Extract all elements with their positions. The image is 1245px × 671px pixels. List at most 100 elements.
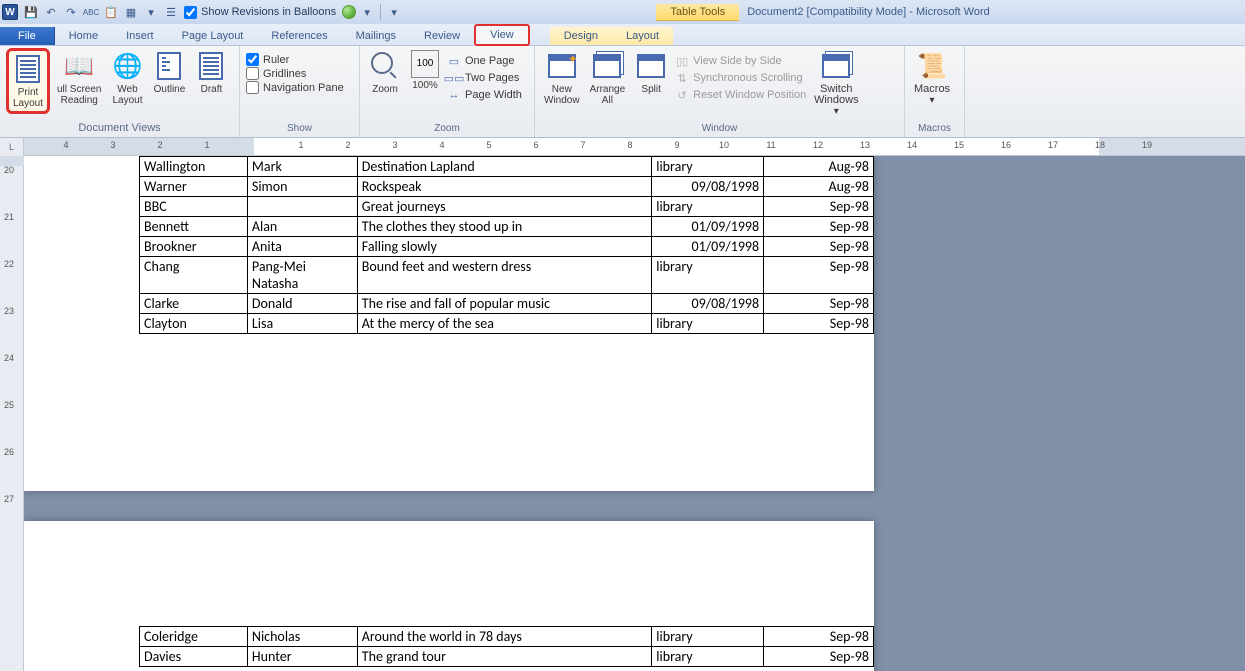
table-cell[interactable]: library [652,314,764,334]
table-cell[interactable]: library [652,197,764,217]
tab-review[interactable]: Review [410,27,474,45]
qat-undo-icon[interactable]: ↶ [42,3,60,21]
reset-window-button[interactable]: ↺Reset Window Position [674,87,806,103]
table-cell[interactable]: Pang-Mei Natasha [247,257,357,294]
table-cell[interactable]: Wallington [140,157,248,177]
new-window-button[interactable]: New Window [541,48,583,108]
table-cell[interactable]: library [652,257,764,294]
tab-layout[interactable]: Layout [612,27,673,45]
qat-status-orb-icon[interactable] [342,5,356,19]
table-cell[interactable]: Sep-98 [764,314,874,334]
table-cell[interactable]: library [652,627,764,647]
one-page-button[interactable]: ▭One Page [446,53,522,69]
table-row[interactable]: WallingtonMarkDestination Laplandlibrary… [140,157,874,177]
web-layout-button[interactable]: 🌐 Web Layout [108,48,146,108]
table-row[interactable]: BennettAlanThe clothes they stood up in0… [140,217,874,237]
document-area[interactable]: WallingtonMarkDestination Laplandlibrary… [24,156,1245,671]
table-cell[interactable]: Great journeys [357,197,651,217]
table-cell[interactable]: 09/08/1998 [652,294,764,314]
table-cell[interactable]: Sep-98 [764,294,874,314]
table-cell[interactable]: Sep-98 [764,647,874,667]
table-cell[interactable]: Bennett [140,217,248,237]
table-cell[interactable]: Sep-98 [764,257,874,294]
horizontal-ruler[interactable]: 5432112345678910111213141516171819 [24,138,1245,155]
table-row[interactable]: BBC Great journeyslibrarySep-98 [140,197,874,217]
tab-insert[interactable]: Insert [112,27,168,45]
page-width-button[interactable]: ↔Page Width [446,87,522,103]
qat-redo-icon[interactable]: ↷ [62,3,80,21]
draft-button[interactable]: Draft [192,48,230,97]
table-cell[interactable]: Simon [247,177,357,197]
table-cell[interactable]: library [652,647,764,667]
print-layout-button[interactable]: Print Layout [6,48,50,114]
table-cell[interactable]: Lisa [247,314,357,334]
table-cell[interactable]: Rockspeak [357,177,651,197]
qat-properties-icon[interactable]: 📋 [102,3,120,21]
table-cell[interactable] [247,197,357,217]
ruler-checkbox-row[interactable]: Ruler [246,53,353,66]
table-cell[interactable]: The clothes they stood up in [357,217,651,237]
table-cell[interactable]: Clayton [140,314,248,334]
qat-format-icon[interactable]: ▾ [142,3,160,21]
tab-references[interactable]: References [257,27,341,45]
table-cell[interactable]: At the mercy of the sea [357,314,651,334]
table-row[interactable]: ClarkeDonaldThe rise and fall of popular… [140,294,874,314]
two-pages-button[interactable]: ▭▭Two Pages [446,70,522,86]
qat-customize-icon[interactable]: ▾ [385,3,403,21]
table-cell[interactable]: Nicholas [247,627,357,647]
tab-mailings[interactable]: Mailings [342,27,410,45]
table-cell[interactable]: The grand tour [357,647,651,667]
table-cell[interactable]: 01/09/1998 [652,217,764,237]
ruler-checkbox[interactable] [246,53,259,66]
table-cell[interactable]: Sep-98 [764,237,874,257]
table-cell[interactable]: Warner [140,177,248,197]
tab-home[interactable]: Home [55,27,112,45]
table-cell[interactable]: Chang [140,257,248,294]
table-cell[interactable]: Aug-98 [764,177,874,197]
data-table-1[interactable]: WallingtonMarkDestination Laplandlibrary… [139,156,874,334]
ruler-corner-tab-selector[interactable]: L [0,138,24,156]
qat-save-icon[interactable]: 💾 [22,3,40,21]
tab-page-layout[interactable]: Page Layout [168,27,258,45]
table-cell[interactable]: Aug-98 [764,157,874,177]
switch-windows-button[interactable]: Switch Windows ▾ [810,48,862,119]
split-button[interactable]: Split [632,48,670,97]
tab-file[interactable]: File [0,27,55,45]
table-cell[interactable]: Coleridge [140,627,248,647]
table-row[interactable]: BrooknerAnitaFalling slowly01/09/1998Sep… [140,237,874,257]
table-cell[interactable]: Donald [247,294,357,314]
table-cell[interactable]: Alan [247,217,357,237]
zoom-100-button[interactable]: 100 100% [408,48,442,93]
table-cell[interactable]: Falling slowly [357,237,651,257]
table-cell[interactable]: library [652,157,764,177]
table-cell[interactable]: 09/08/1998 [652,177,764,197]
nav-pane-checkbox[interactable] [246,81,259,94]
table-cell[interactable]: Sep-98 [764,627,874,647]
qat-table-icon[interactable]: ▦ [122,3,140,21]
table-row[interactable]: ClaytonLisaAt the mercy of the sealibrar… [140,314,874,334]
table-cell[interactable]: Sep-98 [764,197,874,217]
gridlines-checkbox-row[interactable]: Gridlines [246,67,353,80]
gridlines-checkbox[interactable] [246,67,259,80]
table-cell[interactable]: 01/09/1998 [652,237,764,257]
sync-scrolling-button[interactable]: ⇅Synchronous Scrolling [674,70,806,86]
table-cell[interactable]: Brookner [140,237,248,257]
table-row[interactable]: ColeridgeNicholasAround the world in 78 … [140,627,874,647]
table-cell[interactable]: Anita [247,237,357,257]
table-cell[interactable]: BBC [140,197,248,217]
qat-spellcheck-icon[interactable]: ABC [82,3,100,21]
table-cell[interactable]: Hunter [247,647,357,667]
table-cell[interactable]: Destination Lapland [357,157,651,177]
table-cell[interactable]: Around the world in 78 days [357,627,651,647]
table-row[interactable]: ChangPang-Mei NatashaBound feet and west… [140,257,874,294]
table-cell[interactable]: Clarke [140,294,248,314]
view-side-by-side-button[interactable]: ▯▯View Side by Side [674,53,806,69]
outline-button[interactable]: Outline [150,48,188,97]
macros-button[interactable]: 📜 Macros▾ [911,48,953,108]
nav-pane-checkbox-row[interactable]: Navigation Pane [246,81,353,94]
table-row[interactable]: DaviesHunterThe grand tourlibrarySep-98 [140,647,874,667]
table-cell[interactable]: Davies [140,647,248,667]
table-cell[interactable]: The rise and fall of popular music [357,294,651,314]
data-table-2[interactable]: ColeridgeNicholasAround the world in 78 … [139,626,874,667]
tab-design[interactable]: Design [550,27,612,45]
